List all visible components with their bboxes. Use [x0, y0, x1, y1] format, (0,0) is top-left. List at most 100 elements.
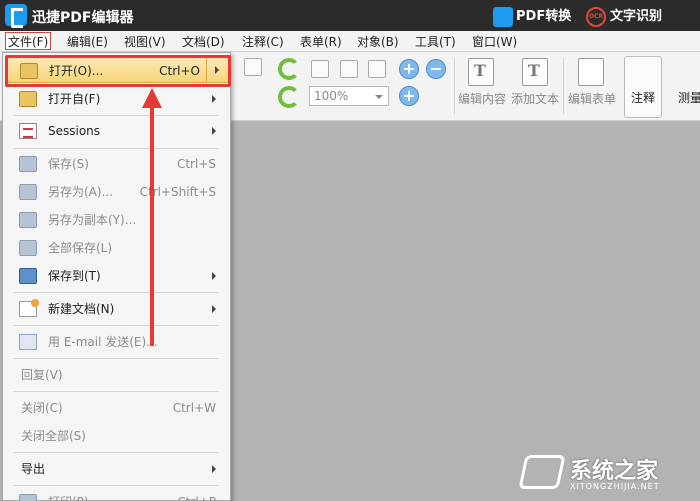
submenu-arrow-icon	[212, 272, 216, 280]
toolbar-divider	[563, 58, 564, 114]
menu-divider	[13, 325, 219, 326]
menu-revert-label: 回复(V)	[21, 368, 63, 382]
menu-export[interactable]: 导出	[3, 456, 230, 482]
menu-object[interactable]: 对象(B)	[355, 33, 401, 51]
save-copy-icon	[19, 212, 37, 228]
edit-content-icon[interactable]: T	[468, 58, 494, 86]
menu-bar: 文件(F) 编辑(E) 视图(V) 文档(D) 注释(C) 表单(R) 对象(B…	[0, 31, 700, 52]
menu-close-all[interactable]: 关闭全部(S)	[3, 423, 230, 449]
pdf-convert-icon	[493, 6, 513, 27]
watermark-url: XITONGZHIJIA.NET	[570, 482, 660, 491]
fit-page-icon[interactable]	[340, 60, 358, 78]
fit-width-icon[interactable]	[368, 60, 386, 78]
edit-content-label[interactable]: 编辑内容	[458, 90, 506, 107]
ocr-icon: OCR	[586, 6, 606, 27]
menu-close-shortcut: Ctrl+W	[172, 401, 216, 415]
ocr-button[interactable]: OCR 文字识别	[586, 5, 662, 27]
watermark-logo-icon	[518, 455, 566, 489]
measure-label[interactable]: 测量	[678, 89, 700, 106]
watermark: 系统之家 XITONGZHIJIA.NET	[518, 453, 692, 493]
menu-file[interactable]: 文件(F)	[5, 32, 52, 50]
select-text-icon[interactable]	[244, 58, 262, 76]
menu-divider	[13, 292, 219, 293]
menu-save-as-label: 另存为(A)...	[48, 185, 114, 199]
menu-new-document-label: 新建文档(N)	[48, 302, 115, 316]
menu-sessions[interactable]: Sessions	[3, 118, 230, 144]
ocr-label: 文字识别	[610, 9, 663, 24]
menu-save-all-label: 全部保存(L)	[48, 241, 113, 255]
menu-email[interactable]: 用 E-mail 发送(E)...	[3, 329, 230, 355]
highlight-frame	[5, 55, 231, 87]
menu-close[interactable]: 关闭(C) Ctrl+W	[3, 395, 230, 421]
menu-divider	[13, 391, 219, 392]
watermark-text: 系统之家	[570, 459, 659, 484]
sessions-icon	[19, 123, 37, 139]
menu-print[interactable]: 打印(P)... Ctrl+P	[3, 489, 230, 501]
file-menu-dropdown: 打开(O)... Ctrl+O 打开自(F) Sessions 保存(S) Ct…	[2, 52, 231, 501]
menu-open-from[interactable]: 打开自(F)	[3, 86, 230, 112]
annotate-label: 注释	[631, 91, 656, 105]
pdf-convert-label: PDF转换	[516, 9, 572, 24]
menu-save-label: 保存(S)	[48, 157, 89, 171]
menu-window[interactable]: 窗口(W)	[470, 33, 519, 51]
menu-save-copy[interactable]: 另存为副本(Y)...	[3, 207, 230, 233]
submenu-arrow-icon	[212, 127, 216, 135]
toolbar-divider	[454, 58, 455, 114]
menu-divider	[13, 358, 219, 359]
document-canvas[interactable]: 系统之家 XITONGZHIJIA.NET	[231, 122, 700, 501]
menu-edit[interactable]: 编辑(E)	[65, 33, 110, 51]
print-icon	[19, 494, 37, 501]
email-icon	[19, 334, 37, 350]
menu-save-to-label: 保存到(T)	[48, 269, 101, 283]
save-all-icon	[19, 240, 37, 256]
title-bar: 迅捷PDF编辑器 PDF转换 OCR 文字识别	[0, 0, 700, 31]
submenu-arrow-icon	[212, 465, 216, 473]
menu-open-from-label: 打开自(F)	[48, 92, 101, 106]
annotate-button[interactable]	[624, 56, 662, 118]
app-logo-icon	[5, 4, 27, 28]
submenu-arrow-icon	[212, 305, 216, 313]
menu-divider	[13, 485, 219, 486]
zoom-in-icon[interactable]: +	[399, 59, 419, 79]
menu-document[interactable]: 文档(D)	[180, 33, 227, 51]
menu-save-as[interactable]: 另存为(A)... Ctrl+Shift+S	[3, 179, 230, 205]
menu-save-to[interactable]: 保存到(T)	[3, 263, 230, 289]
menu-close-label: 关闭(C)	[21, 401, 63, 415]
menu-print-label: 打印(P)...	[48, 489, 100, 501]
zoom-plus-icon[interactable]: +	[399, 86, 419, 106]
menu-save-copy-label: 另存为副本(Y)...	[48, 213, 137, 227]
menu-save[interactable]: 保存(S) Ctrl+S	[3, 151, 230, 177]
edit-form-label[interactable]: 编辑表单	[568, 90, 616, 107]
red-arrow-icon	[142, 88, 162, 346]
menu-view[interactable]: 视图(V)	[122, 33, 168, 51]
add-text-label[interactable]: 添加文本	[511, 90, 559, 107]
page-1-icon[interactable]	[311, 60, 329, 78]
edit-form-icon[interactable]	[578, 58, 604, 86]
zoom-out-icon[interactable]: −	[426, 59, 446, 79]
menu-tools[interactable]: 工具(T)	[413, 33, 458, 51]
menu-form[interactable]: 表单(R)	[298, 33, 344, 51]
rotate-cw-icon[interactable]	[278, 58, 300, 80]
save-to-icon	[19, 268, 37, 284]
save-as-icon	[19, 184, 37, 200]
menu-print-shortcut: Ctrl+P	[177, 489, 216, 501]
menu-close-all-label: 关闭全部(S)	[21, 429, 86, 443]
menu-divider	[13, 115, 219, 116]
zoom-select[interactable]: 100%	[309, 86, 389, 106]
pdf-convert-button[interactable]: PDF转换	[493, 5, 571, 27]
add-text-icon[interactable]: T	[522, 58, 548, 86]
menu-sessions-label: Sessions	[48, 124, 101, 138]
menu-divider	[13, 148, 219, 149]
menu-save-shortcut: Ctrl+S	[176, 157, 216, 171]
menu-new-document[interactable]: 新建文档(N)	[3, 296, 230, 322]
menu-save-all[interactable]: 全部保存(L)	[3, 235, 230, 261]
new-document-icon	[19, 299, 39, 317]
folder-open-from-icon	[19, 91, 37, 107]
menu-divider	[13, 452, 219, 453]
rotate-ccw-icon[interactable]	[278, 86, 300, 108]
menu-revert[interactable]: 回复(V)	[3, 362, 230, 388]
menu-export-label: 导出	[21, 462, 46, 476]
menu-annotate[interactable]: 注释(C)	[240, 33, 286, 51]
app-title: 迅捷PDF编辑器	[32, 10, 134, 26]
save-icon	[19, 156, 37, 172]
